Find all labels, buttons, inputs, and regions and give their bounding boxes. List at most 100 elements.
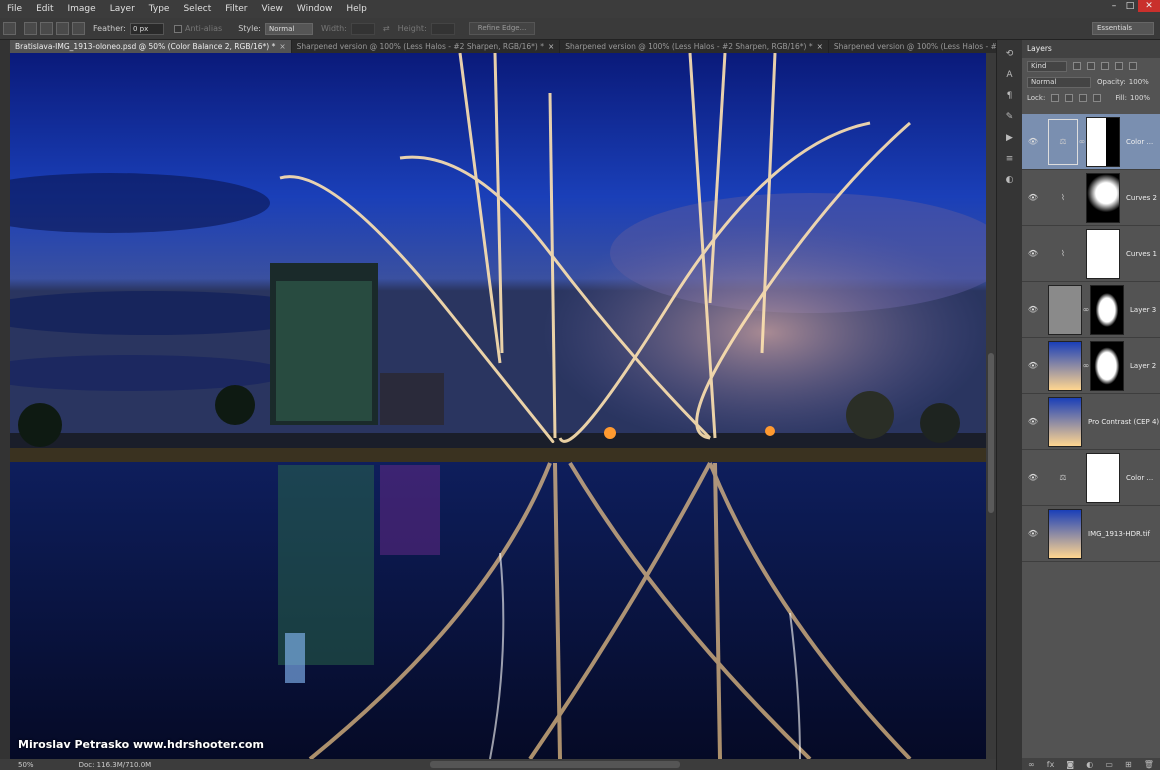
layer-name[interactable]: Curves 2: [1126, 194, 1157, 202]
tab-close-icon[interactable]: ×: [548, 42, 554, 51]
adjustments-icon[interactable]: ◐: [1002, 173, 1018, 187]
visibility-eye-icon[interactable]: 👁: [1026, 529, 1040, 538]
character-icon[interactable]: A: [1002, 68, 1018, 82]
visibility-eye-icon[interactable]: 👁: [1026, 361, 1040, 370]
opacity-value[interactable]: 100%: [1129, 78, 1149, 86]
tab-document-2[interactable]: Sharpened version @ 100% (Less Halos - #…: [292, 40, 561, 53]
layer-mask-thumbnail[interactable]: [1090, 284, 1124, 335]
subtract-selection-icon[interactable]: [56, 22, 69, 35]
tab-close-icon[interactable]: ×: [817, 42, 823, 51]
document-canvas[interactable]: Miroslav Petrasko www.hdrshooter.com: [10, 53, 986, 759]
width-input[interactable]: [350, 22, 375, 35]
layer-mask-thumbnail[interactable]: [1090, 340, 1124, 391]
layer-mask-thumbnail[interactable]: [1086, 452, 1120, 503]
vertical-scrollbar[interactable]: [986, 53, 996, 759]
lock-position-icon[interactable]: [1079, 94, 1088, 102]
menu-filter[interactable]: Filter: [218, 0, 254, 18]
link-layers-icon[interactable]: ∞: [1028, 760, 1035, 769]
scroll-thumb[interactable]: [988, 353, 994, 513]
layer-row[interactable]: 👁 IMG_1913-HDR.tif: [1022, 506, 1160, 562]
visibility-eye-icon[interactable]: 👁: [1026, 137, 1040, 146]
tab-close-icon[interactable]: ×: [279, 42, 285, 51]
minimize-icon[interactable]: –: [1106, 0, 1122, 12]
layer-thumbnail[interactable]: [1048, 396, 1082, 447]
layer-name[interactable]: Layer 3: [1130, 306, 1156, 314]
menu-edit[interactable]: Edit: [29, 0, 60, 18]
workspace-select[interactable]: Essentials: [1092, 22, 1154, 35]
lock-pixels-icon[interactable]: [1065, 94, 1074, 102]
menu-help[interactable]: Help: [339, 0, 374, 18]
filter-shape-icon[interactable]: [1115, 62, 1123, 70]
layer-mask-thumbnail[interactable]: [1086, 116, 1120, 167]
new-layer-icon[interactable]: ⊞: [1125, 760, 1132, 769]
tab-document-3[interactable]: Sharpened version @ 100% (Less Halos - #…: [560, 40, 829, 53]
intersect-selection-icon[interactable]: [72, 22, 85, 35]
lock-transparent-icon[interactable]: [1051, 94, 1060, 102]
layer-mask-thumbnail[interactable]: [1086, 172, 1120, 223]
tab-document-1[interactable]: Bratislava-IMG_1913-oloneo.psd @ 50% (Co…: [10, 40, 292, 53]
layer-row[interactable]: 👁 Pro Contrast (CEP 4): [1022, 394, 1160, 450]
layer-thumbnail[interactable]: [1048, 508, 1082, 559]
menu-window[interactable]: Window: [290, 0, 340, 18]
actions-icon[interactable]: ▶: [1002, 131, 1018, 145]
filter-pixel-icon[interactable]: [1073, 62, 1081, 70]
horizontal-scrollbar[interactable]: [430, 761, 680, 768]
style-select[interactable]: Normal: [264, 22, 313, 35]
visibility-eye-icon[interactable]: 👁: [1026, 417, 1040, 426]
layer-thumbnail[interactable]: [1048, 340, 1082, 391]
layer-name[interactable]: Layer 2: [1130, 362, 1156, 370]
zoom-level[interactable]: 50%: [18, 761, 34, 769]
lock-all-icon[interactable]: [1093, 94, 1102, 102]
delete-layer-icon[interactable]: 🗑: [1144, 760, 1154, 769]
mask-link-icon[interactable]: ∞: [1078, 137, 1086, 146]
filter-adjustment-icon[interactable]: [1087, 62, 1095, 70]
add-mask-icon[interactable]: ◙: [1066, 760, 1074, 769]
layer-name[interactable]: Color ...: [1126, 138, 1153, 146]
menu-image[interactable]: Image: [61, 0, 103, 18]
layer-row[interactable]: 👁 ⚖ ∞ Color ...: [1022, 114, 1160, 170]
fill-value[interactable]: 100%: [1130, 94, 1150, 102]
layer-name[interactable]: Color ...: [1126, 474, 1153, 482]
layer-row[interactable]: 👁 ∞ Layer 3: [1022, 282, 1160, 338]
menu-select[interactable]: Select: [176, 0, 218, 18]
menu-view[interactable]: View: [255, 0, 290, 18]
menu-type[interactable]: Type: [142, 0, 177, 18]
new-group-icon[interactable]: ▭: [1105, 760, 1113, 769]
feather-input[interactable]: 0 px: [129, 22, 164, 35]
swap-icon[interactable]: ⇄: [383, 24, 390, 33]
properties-icon[interactable]: ≡: [1002, 152, 1018, 166]
layer-name[interactable]: Pro Contrast (CEP 4): [1088, 418, 1159, 426]
add-selection-icon[interactable]: [40, 22, 53, 35]
height-input[interactable]: [430, 22, 455, 35]
layer-name[interactable]: IMG_1913-HDR.tif: [1088, 530, 1150, 538]
layer-row[interactable]: 👁 ⌇ Curves 2: [1022, 170, 1160, 226]
layer-row[interactable]: 👁 ⌇ Curves 1: [1022, 226, 1160, 282]
filter-kind-select[interactable]: Kind: [1027, 60, 1067, 72]
layer-row[interactable]: 👁 ∞ Layer 2: [1022, 338, 1160, 394]
blend-mode-select[interactable]: Normal: [1027, 76, 1091, 88]
fx-icon[interactable]: fx: [1047, 760, 1055, 769]
layers-panel-title[interactable]: Layers: [1022, 40, 1160, 58]
brush-icon[interactable]: ✎: [1002, 110, 1018, 124]
mask-link-icon[interactable]: ∞: [1082, 361, 1090, 370]
filter-type-icon[interactable]: [1101, 62, 1109, 70]
layer-thumbnail[interactable]: [1048, 284, 1082, 335]
visibility-eye-icon[interactable]: 👁: [1026, 473, 1040, 482]
layer-name[interactable]: Curves 1: [1126, 250, 1157, 258]
menu-layer[interactable]: Layer: [103, 0, 142, 18]
filter-smart-icon[interactable]: [1129, 62, 1137, 70]
new-selection-icon[interactable]: [24, 22, 37, 35]
layer-row[interactable]: 👁 ⚖ Color ...: [1022, 450, 1160, 506]
new-adjustment-icon[interactable]: ◐: [1086, 760, 1093, 769]
marquee-tool-preset-icon[interactable]: [3, 22, 16, 35]
menu-file[interactable]: File: [0, 0, 29, 18]
maximize-icon[interactable]: □: [1122, 0, 1138, 12]
layer-mask-thumbnail[interactable]: [1086, 228, 1120, 279]
close-icon[interactable]: ✕: [1138, 0, 1160, 12]
doc-size[interactable]: Doc: 116.3M/710.0M: [79, 761, 152, 769]
visibility-eye-icon[interactable]: 👁: [1026, 193, 1040, 202]
history-icon[interactable]: ⟲: [1002, 47, 1018, 61]
antialias-checkbox[interactable]: [173, 24, 182, 33]
paragraph-icon[interactable]: ¶: [1002, 89, 1018, 103]
visibility-eye-icon[interactable]: 👁: [1026, 249, 1040, 258]
